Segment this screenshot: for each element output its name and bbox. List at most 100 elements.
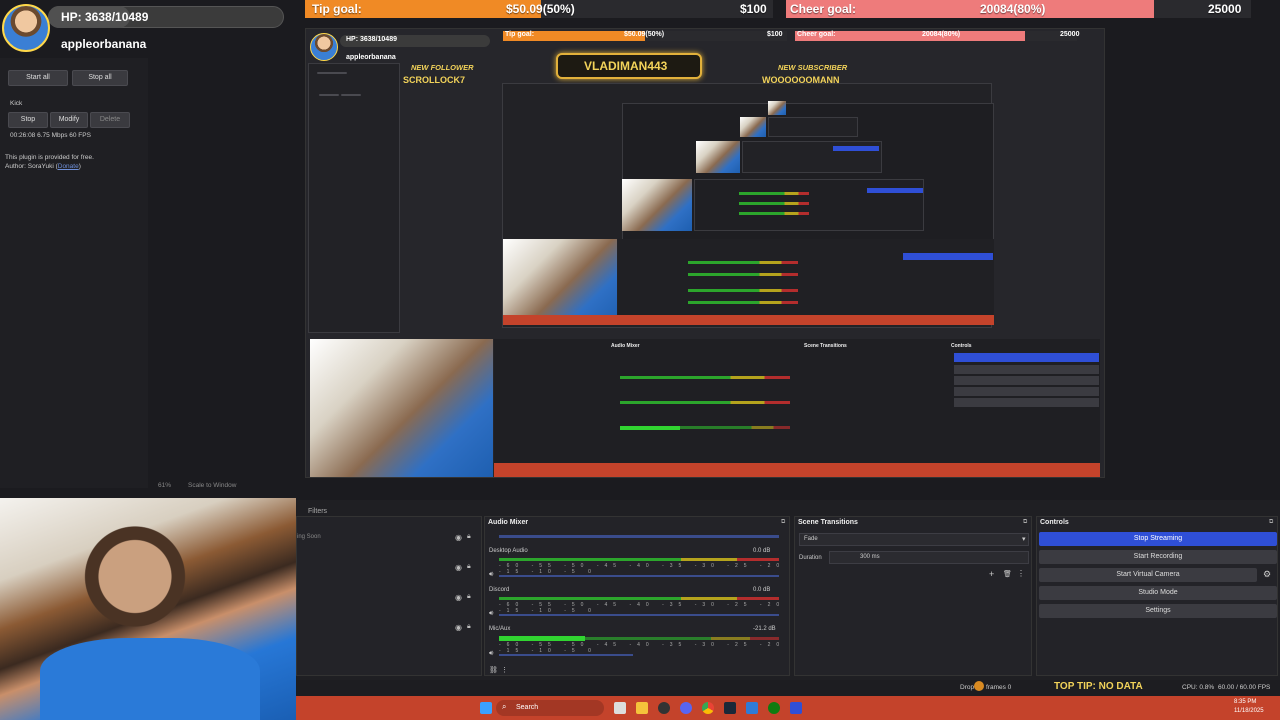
speaker-icon[interactable]: 🔊︎	[489, 610, 493, 618]
nested-meter	[688, 261, 798, 264]
avatar	[2, 4, 50, 52]
cpu-usage: CPU: 0.8%	[1182, 684, 1215, 691]
person-shirt	[40, 638, 260, 720]
obs-preview[interactable]: Tip goal: $50.09(50%) $100 Cheer goal: 2…	[305, 28, 1105, 478]
app-icon[interactable]	[790, 702, 802, 714]
volume-slider[interactable]	[499, 535, 779, 538]
start-all-button[interactable]: Start all	[8, 70, 68, 86]
eye-icon[interactable]: ◉	[455, 623, 462, 632]
webcam-feed	[0, 498, 296, 720]
lock-icon[interactable]: 🔒︎	[467, 533, 471, 541]
delete-button[interactable]: Delete	[90, 112, 130, 128]
obs-icon[interactable]	[658, 702, 670, 714]
speaker-icon[interactable]: 🔊︎	[489, 571, 493, 579]
modify-button[interactable]: Modify	[50, 112, 88, 128]
stop-button[interactable]: Stop	[8, 112, 48, 128]
donate-link[interactable]: Donate	[58, 163, 79, 170]
clock-date[interactable]: 11/18/2025	[1234, 708, 1264, 714]
xbox-icon[interactable]	[768, 702, 780, 714]
trash-icon[interactable]: 🗑︎	[1003, 570, 1012, 578]
nested-webcam-1	[503, 239, 617, 325]
nested-virtual-camera	[954, 376, 1099, 385]
nested-taskbar-1	[503, 315, 994, 325]
nested-modify	[341, 94, 361, 96]
lock-icon[interactable]: 🔒︎	[467, 593, 471, 601]
mic-slider[interactable]	[499, 654, 633, 656]
nested-settings	[954, 398, 1099, 407]
cheer-goal-target: 25000	[1208, 2, 1242, 16]
task-view-icon[interactable]	[614, 702, 626, 714]
gear-icon[interactable]: ⚙	[1263, 569, 1271, 580]
audio-mixer-panel: Audio Mixer ⧉ Desktop Audio 0.0 dB -60 -…	[484, 516, 790, 676]
add-icon[interactable]: +	[989, 569, 994, 579]
studio-mode-button[interactable]: Studio Mode	[1039, 586, 1277, 600]
app-icon[interactable]	[746, 702, 758, 714]
file-explorer-icon[interactable]	[636, 702, 648, 714]
discord-slider[interactable]	[499, 614, 779, 616]
zoom-level: 61%	[158, 482, 172, 489]
controls-panel: Controls ⧉ Stop Streaming Start Recordin…	[1036, 516, 1278, 676]
dropped-label: Drop	[960, 684, 975, 691]
eye-icon[interactable]: ◉	[455, 563, 462, 572]
nested-stop	[319, 94, 339, 96]
nested-mixer-1	[618, 239, 994, 325]
stop-all-button[interactable]: Stop all	[72, 70, 128, 86]
nested-tip-target: $100	[767, 31, 783, 38]
audio-mixer-title: Audio Mixer	[488, 519, 529, 526]
meter-ticks: -60 -55 -50 -45 -40 -35 -30 -25 -20 -15 …	[499, 602, 786, 614]
target-name-label: Kick	[10, 100, 23, 107]
mic-level	[499, 636, 585, 641]
duration-field[interactable]: 300 ms	[829, 551, 1029, 564]
duration-value: 300 ms	[860, 554, 880, 560]
clock-time[interactable]: 8:35 PM	[1234, 699, 1256, 705]
lock-icon[interactable]: 🔒︎	[467, 623, 471, 631]
desktop-audio-slider[interactable]	[499, 575, 779, 577]
nested-audio-mixer-title: Audio Mixer	[611, 343, 640, 349]
windows-icon[interactable]	[480, 702, 492, 714]
empty-dock-area	[148, 58, 305, 488]
stop-streaming-button[interactable]: Stop Streaming	[1039, 532, 1277, 546]
more-icon[interactable]: ⋮	[501, 666, 508, 674]
nested-start-recording	[954, 365, 1099, 374]
duration-label: Duration	[799, 555, 822, 561]
top-tip: TOP TIP: NO DATA	[1054, 681, 1143, 692]
discord-meter	[499, 597, 779, 600]
nested-cheer-amount: 20084(80%)	[922, 31, 961, 38]
nested-webcam-main	[310, 339, 493, 477]
lock-icon[interactable]: 🔒︎	[467, 563, 471, 571]
discord-icon[interactable]	[680, 702, 692, 714]
nested-stop-streaming-2	[867, 188, 923, 193]
chrome-icon[interactable]	[702, 702, 714, 714]
eye-icon[interactable]: ◉	[455, 593, 462, 602]
nested-controls-title: Controls	[951, 343, 972, 349]
eye-icon[interactable]: ◉	[455, 533, 462, 542]
channel-db: -21.2 dB	[753, 626, 776, 632]
nested-tip-amount: $50.09(50%)	[624, 31, 665, 38]
nested-left-panel	[308, 63, 400, 333]
filters-label: Filters	[308, 508, 328, 515]
nested-stop-streaming-main	[954, 353, 1099, 362]
chevron-down-icon: ▾	[1022, 536, 1026, 543]
nested-meter	[688, 301, 798, 304]
filters-tab[interactable]: Filters	[308, 500, 468, 515]
channel-name: Desktop Audio	[489, 548, 528, 554]
undock-icon[interactable]: ⧉	[781, 519, 785, 526]
nested-webcam-2	[622, 179, 692, 231]
start-virtual-camera-button[interactable]: Start Virtual Camera	[1039, 568, 1257, 582]
author-prefix: Author: SoraYuki (	[5, 163, 58, 170]
link-icon[interactable]: ⛓	[489, 666, 498, 674]
settings-button[interactable]: Settings	[1039, 604, 1277, 618]
more-icon[interactable]: ⋮	[1017, 569, 1025, 578]
start-recording-button[interactable]: Start Recording	[1039, 550, 1277, 564]
transition-select[interactable]: Fade ▾	[799, 533, 1029, 546]
speaker-icon[interactable]: 🔊︎	[489, 650, 493, 658]
nested-stop-streaming	[903, 253, 993, 260]
nested-webcam-5	[768, 101, 786, 115]
steam-icon[interactable]	[724, 702, 736, 714]
undock-icon[interactable]: ⧉	[1269, 519, 1273, 526]
scale-to-window[interactable]: Scale to Window	[188, 482, 236, 489]
new-subscriber-tag: NEW SUBSCRIBER	[778, 63, 848, 72]
taskbar-search[interactable]: ⌕ Search	[496, 700, 604, 716]
undock-icon[interactable]: ⧉	[1023, 519, 1027, 526]
nested-webcam-4	[740, 117, 766, 137]
